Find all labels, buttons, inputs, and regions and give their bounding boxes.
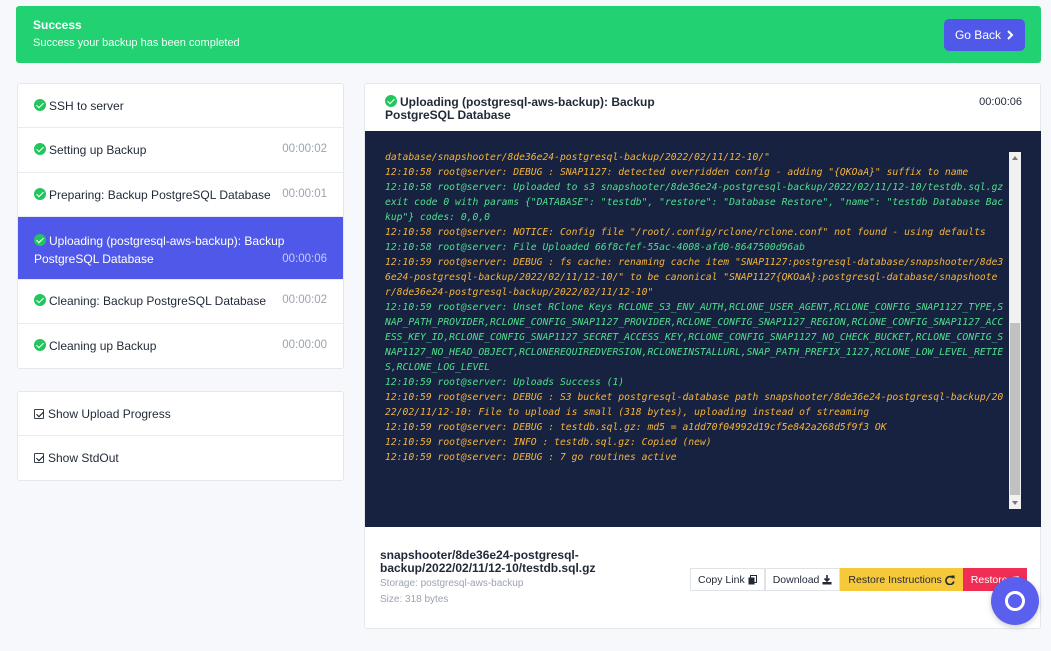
check-circle-icon xyxy=(34,294,46,306)
log-line: 12:10:59 root@server: DEBUG : S3 bucket … xyxy=(385,392,1004,418)
success-banner: Success Success your backup has been com… xyxy=(16,6,1041,63)
download-icon xyxy=(822,574,832,584)
check-circle-icon xyxy=(385,95,397,107)
go-back-label: Go Back xyxy=(954,28,1001,42)
step-time: 00:00:00 xyxy=(282,339,327,351)
log-line: database/snapshooter/8de36e24-postgresql… xyxy=(385,152,770,163)
step-cleaning[interactable]: Cleaning: Backup PostgreSQL Database 00:… xyxy=(18,280,343,324)
help-chat-icon[interactable] xyxy=(991,577,1039,625)
log-line: 12:10:58 root@server: DEBUG : SNAP1127: … xyxy=(385,167,969,178)
check-circle-icon xyxy=(34,339,46,351)
show-upload-progress-toggle[interactable]: Show Upload Progress xyxy=(18,392,343,436)
copy-link-button[interactable]: Copy Link xyxy=(690,568,765,591)
log-line: 12:10:59 root@server: Uploads Success (1… xyxy=(385,377,625,388)
step-setup[interactable]: Setting up Backup 00:00:02 xyxy=(18,128,343,173)
scrollbar-thumb[interactable] xyxy=(1010,323,1020,495)
step-label: Cleaning up Backup xyxy=(49,339,157,353)
refresh-icon xyxy=(944,575,955,585)
log-console[interactable]: database/snapshooter/8de36e24-postgresql… xyxy=(365,131,1041,527)
log-line: 12:10:59 root@server: DEBUG : 7 go routi… xyxy=(385,452,677,463)
copy-icon xyxy=(748,574,757,584)
log-output: database/snapshooter/8de36e24-postgresql… xyxy=(385,150,1005,465)
check-circle-icon xyxy=(34,99,46,111)
check-circle-icon xyxy=(34,188,46,200)
panel-title: Uploading (postgresql-aws-backup): Backu… xyxy=(385,95,725,122)
copy-link-label: Copy Link xyxy=(698,573,745,586)
step-label: SSH to server xyxy=(49,99,124,113)
steps-list: SSH to server Setting up Backup 00:00:02… xyxy=(17,83,344,369)
banner-message: Success your backup has been completed xyxy=(33,37,240,49)
step-time: 00:00:02 xyxy=(282,294,327,306)
step-time: 00:00:01 xyxy=(282,188,327,200)
step-detail-panel: Uploading (postgresql-aws-backup): Backu… xyxy=(364,83,1041,629)
step-label: Setting up Backup xyxy=(49,143,147,157)
log-line: 12:10:59 root@server: Unset RClone Keys … xyxy=(385,302,1004,373)
file-actions: Copy Link Download Restore Instructions … xyxy=(690,568,1027,591)
backup-file-name: snapshooter/8de36e24-postgresql-backup/2… xyxy=(380,548,596,575)
step-time: 00:00:06 xyxy=(282,253,327,265)
step-cleanup[interactable]: Cleaning up Backup 00:00:00 xyxy=(18,324,343,368)
log-line: 12:10:58 root@server: Uploaded to s3 sna… xyxy=(385,182,1010,223)
go-back-button[interactable]: Go Back xyxy=(943,19,1025,51)
options-list: Show Upload Progress Show StdOut xyxy=(17,391,344,481)
log-line: 12:10:59 root@server: INFO : testdb.sql.… xyxy=(385,437,712,448)
show-stdout-toggle[interactable]: Show StdOut xyxy=(18,436,343,480)
step-uploading[interactable]: Uploading (postgresql-aws-backup): Backu… xyxy=(18,217,343,280)
option-label: Show StdOut xyxy=(48,451,119,465)
step-label: Preparing: Backup PostgreSQL Database xyxy=(49,188,271,202)
banner-title: Success xyxy=(33,18,82,32)
restore-instructions-label: Restore Instructions xyxy=(848,573,942,586)
step-time: 00:00:02 xyxy=(282,143,327,155)
log-line: 12:10:59 root@server: DEBUG : fs cache: … xyxy=(385,257,1004,298)
chevron-right-icon xyxy=(1007,30,1014,40)
download-label: Download xyxy=(772,573,820,586)
checkbox-icon[interactable] xyxy=(34,453,44,463)
step-label: Uploading (postgresql-aws-backup): Backu… xyxy=(34,234,285,266)
step-label: Cleaning: Backup PostgreSQL Database xyxy=(49,294,267,308)
log-scrollbar[interactable] xyxy=(1009,152,1021,509)
download-button[interactable]: Download xyxy=(764,568,841,591)
check-circle-icon xyxy=(34,143,46,155)
file-size: Size: 318 bytes xyxy=(380,594,449,605)
restore-instructions-button[interactable]: Restore Instructions xyxy=(840,568,963,591)
log-line: 12:10:58 root@server: NOTICE: Config fil… xyxy=(385,227,986,238)
option-label: Show Upload Progress xyxy=(48,406,171,421)
scroll-up-arrow[interactable] xyxy=(1012,156,1018,160)
panel-duration: 00:00:06 xyxy=(979,96,1022,108)
step-preparing[interactable]: Preparing: Backup PostgreSQL Database 00… xyxy=(18,173,343,217)
log-line: 12:10:58 root@server: File Uploaded 66f8… xyxy=(385,242,805,253)
scroll-down-arrow[interactable] xyxy=(1012,501,1018,505)
step-ssh[interactable]: SSH to server xyxy=(18,84,343,128)
panel-title-text: Uploading (postgresql-aws-backup): Backu… xyxy=(385,95,655,122)
check-circle-icon xyxy=(34,234,46,246)
log-line: 12:10:59 root@server: DEBUG : testdb.sql… xyxy=(385,422,887,433)
checkbox-icon[interactable] xyxy=(34,408,44,419)
file-storage: Storage: postgresql-aws-backup xyxy=(380,578,524,589)
